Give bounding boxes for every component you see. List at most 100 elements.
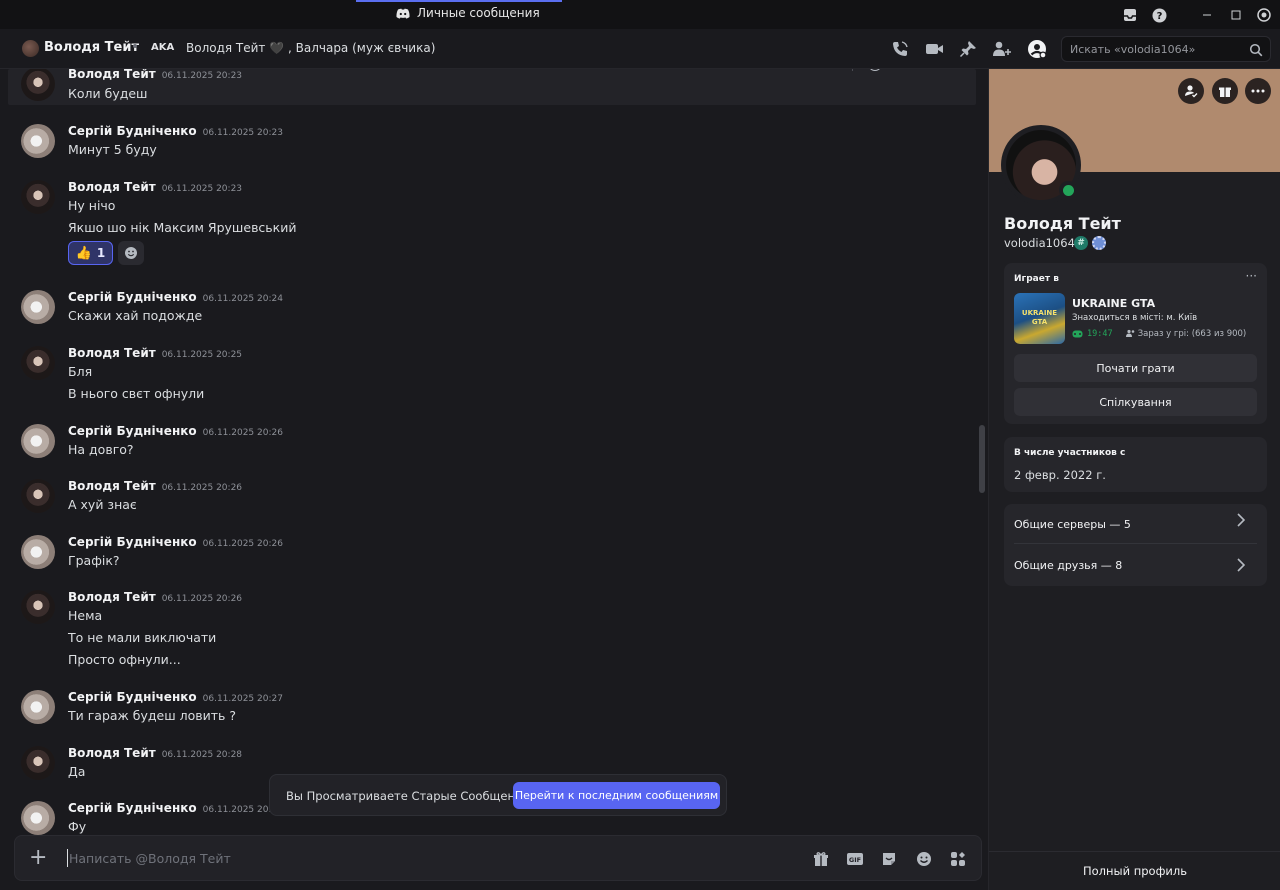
message-text: То не мали виключати xyxy=(68,630,217,645)
message-text: Фу xyxy=(68,819,87,834)
chevron-right-icon xyxy=(1237,558,1246,576)
add-friend-icon[interactable] xyxy=(1178,78,1204,104)
dm-search[interactable]: Искать «volodia1064» xyxy=(1061,36,1271,62)
voice-call-icon[interactable] xyxy=(890,39,910,59)
search-input[interactable]: Искать «volodia1064» xyxy=(1070,43,1195,56)
message-timestamp: 06.11.2025 20:24 xyxy=(202,294,283,304)
message-timestamp: 06.11.2025 20:26 xyxy=(161,483,243,493)
game-details: Знаходиться в місті: м. Київ xyxy=(1072,313,1198,323)
message-text: Минут 5 буду xyxy=(68,142,157,157)
message-hover-toolbar xyxy=(786,69,960,75)
mutual-servers-row[interactable]: Общие серверы — 5 xyxy=(1014,504,1257,544)
upload-plus-icon[interactable]: + xyxy=(29,847,47,869)
play-game-button[interactable]: Почати грати xyxy=(1014,354,1257,382)
header-separator xyxy=(133,44,137,48)
minimize-icon[interactable] xyxy=(1197,5,1217,25)
hashtag-badge-icon[interactable]: # xyxy=(1074,236,1088,250)
avatar[interactable] xyxy=(21,290,55,324)
avatar[interactable] xyxy=(21,690,55,724)
party-size: Зараз у грі: (663 из 900) xyxy=(1137,329,1247,339)
message-author[interactable]: Володя Тейт 06.11.2025 20:23 xyxy=(68,69,242,81)
reaction-chip[interactable]: 👍 1 xyxy=(68,241,113,265)
toolbar-divider xyxy=(852,69,853,71)
message-list[interactable]: Володя Тейт 06.11.2025 20:23 Коли будеш С… xyxy=(0,69,988,835)
sticker-icon[interactable] xyxy=(879,849,899,869)
message-author[interactable]: Сергій Будніченко 06.11.2025 20:26 xyxy=(68,535,283,549)
message-text: На довго? xyxy=(68,442,134,457)
message-author[interactable]: Сергій Будніченко 06.11.2025 20:23 xyxy=(68,124,283,138)
chat-button[interactable]: Спілкування xyxy=(1014,388,1257,416)
elapsed-time: 19:47 xyxy=(1087,329,1113,339)
jump-to-present-button[interactable]: Перейти к последним сообщениям xyxy=(513,782,720,809)
game-cover-image[interactable]: UKRAINE GTA xyxy=(1014,293,1065,344)
video-call-icon[interactable] xyxy=(924,39,944,59)
aka-label: AKA xyxy=(151,42,175,53)
message-text: Нема xyxy=(68,608,103,623)
apps-icon[interactable] xyxy=(948,849,968,869)
message-input[interactable]: Написать @Володя Тейт xyxy=(69,851,231,866)
message-text: Коли будеш xyxy=(68,86,148,101)
profile-avatar[interactable] xyxy=(1001,125,1081,205)
game-cover-text: UKRAINE GTA xyxy=(1021,309,1058,326)
message-author[interactable]: Володя Тейт 06.11.2025 20:26 xyxy=(68,590,242,604)
header-avatar[interactable] xyxy=(22,40,39,57)
message-author[interactable]: Володя Тейт 06.11.2025 20:25 xyxy=(68,346,242,360)
close-icon[interactable] xyxy=(1254,5,1274,25)
add-reaction-button[interactable] xyxy=(118,241,144,265)
text-caret xyxy=(67,849,68,867)
search-icon xyxy=(1249,42,1263,61)
message-timestamp: 06.11.2025 20:23 xyxy=(202,128,283,138)
avatar[interactable] xyxy=(21,801,55,835)
inbox-icon[interactable] xyxy=(1121,5,1139,25)
avatar[interactable] xyxy=(21,535,55,569)
add-friends-to-dm-icon[interactable] xyxy=(992,39,1012,59)
mutual-friends-row[interactable]: Общие друзья — 8 xyxy=(1014,545,1257,585)
message-timestamp: 06.11.2025 20:25 xyxy=(161,350,243,360)
view-full-profile-button[interactable]: Полный профиль xyxy=(989,851,1280,890)
game-elapsed: 19:47 xyxy=(1072,329,1113,339)
gift-nitro-icon[interactable] xyxy=(1212,78,1238,104)
member-since-label: В числе участников с xyxy=(1014,448,1126,458)
window-titlebar: Личные сообщения ? xyxy=(0,0,1280,29)
message-author[interactable]: Сергій Будніченко 06.11.2025 20:26 xyxy=(68,424,283,438)
add-reaction-icon[interactable] xyxy=(868,69,882,71)
message-composer[interactable]: + Написать @Володя Тейт GIF xyxy=(14,835,982,881)
gif-icon[interactable]: GIF xyxy=(845,849,865,869)
message-text: Ти гараж будеш ловить ? xyxy=(68,708,237,723)
user-profile-toggle-icon[interactable] xyxy=(1027,39,1047,59)
avatar[interactable] xyxy=(21,180,55,214)
smiley-icon xyxy=(125,247,137,259)
message-author[interactable]: Сергій Будніченко 06.11.2025 20:28 xyxy=(68,801,283,815)
message-author[interactable]: Володя Тейт 06.11.2025 20:28 xyxy=(68,746,242,760)
message-author[interactable]: Володя Тейт 06.11.2025 20:26 xyxy=(68,479,242,493)
gif-label: GIF xyxy=(849,856,861,864)
avatar[interactable] xyxy=(21,590,55,624)
profile-username[interactable]: volodia1064 xyxy=(1004,236,1075,250)
quest-badge-icon[interactable] xyxy=(1092,236,1106,250)
message-author[interactable]: Сергій Будніченко 06.11.2025 20:27 xyxy=(68,690,283,704)
help-icon[interactable]: ? xyxy=(1150,5,1168,25)
game-party: Зараз у грі: (663 из 900) xyxy=(1126,329,1246,339)
avatar[interactable] xyxy=(21,124,55,158)
message-text: Скажи хай подожде xyxy=(68,308,203,323)
avatar[interactable] xyxy=(21,424,55,458)
window-title: Личные сообщения xyxy=(396,6,540,20)
emoji-icon[interactable] xyxy=(914,849,934,869)
chat-scrollbar[interactable] xyxy=(979,425,985,493)
game-title[interactable]: UKRAINE GTA xyxy=(1072,297,1155,310)
message-author[interactable]: Володя Тейт 06.11.2025 20:23 xyxy=(68,180,242,194)
pinned-messages-icon[interactable] xyxy=(958,39,978,59)
avatar[interactable] xyxy=(21,346,55,380)
avatar[interactable] xyxy=(21,746,55,780)
header-username[interactable]: Володя Тейт xyxy=(44,40,139,55)
more-options-icon[interactable] xyxy=(1245,78,1271,104)
window-title-text: Личные сообщения xyxy=(417,6,540,20)
dm-header: Володя Тейт AKA Володя Тейт 🖤 , Валчара … xyxy=(0,29,1280,69)
message-author[interactable]: Сергій Будніченко 06.11.2025 20:24 xyxy=(68,290,283,304)
avatar[interactable] xyxy=(21,479,55,513)
activity-more-icon[interactable]: ··· xyxy=(1246,269,1257,283)
maximize-icon[interactable] xyxy=(1226,5,1246,25)
gift-icon[interactable] xyxy=(811,849,831,869)
message-timestamp: 06.11.2025 20:28 xyxy=(161,750,243,760)
old-messages-text: Вы Просматриваете Старые Сообщения xyxy=(286,789,530,803)
